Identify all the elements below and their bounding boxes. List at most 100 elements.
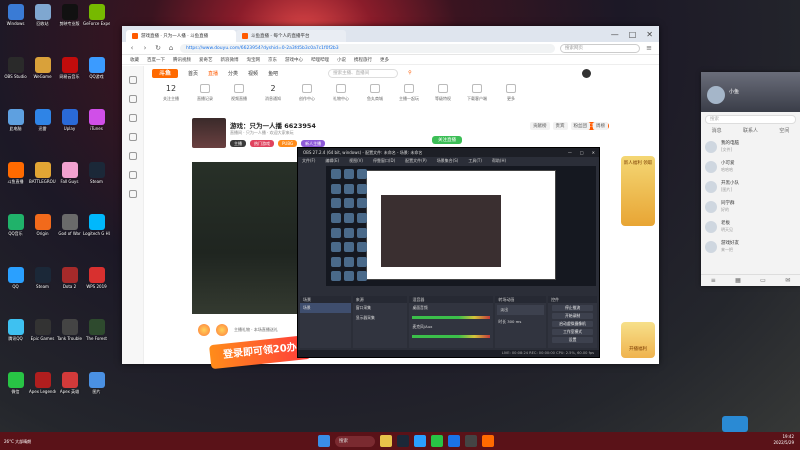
maximize-icon[interactable]: □ [629, 30, 637, 39]
desktop-icon[interactable]: iTunes [83, 107, 110, 137]
desktop-icon[interactable]: 此电脑 [2, 107, 29, 137]
desktop-icon[interactable]: Uplay [56, 107, 83, 137]
douyu-search-input[interactable]: 搜索主播、直播间 [328, 68, 399, 78]
home-icon[interactable]: ⌂ [167, 44, 175, 52]
toolbar-item[interactable]: 创作中心 [290, 84, 324, 102]
studio-mode-button[interactable]: 工作室模式 [552, 329, 593, 335]
minimize-icon[interactable]: — [611, 30, 619, 39]
douyu-menu-item[interactable]: 鱼吧 [268, 70, 278, 77]
douyu-icon[interactable] [482, 435, 494, 447]
sidebar-app-icon[interactable] [128, 133, 137, 141]
desktop-icon[interactable]: Apex Legends [29, 370, 56, 400]
qq-contact[interactable]: 开黑小队 [图片] [701, 177, 800, 197]
browser-tab-active[interactable]: 游戏直播 · 只为一人播 · 斗鱼直播 [126, 30, 236, 42]
browser-tab[interactable]: 斗鱼直播 - 每个人的直播平台 [236, 30, 346, 42]
obs-menu-item[interactable]: 帮助(H) [492, 157, 506, 164]
start-recording-button[interactable]: 开始录制 [552, 313, 593, 319]
desktop-icon[interactable]: The Forest [83, 317, 110, 347]
qq-tab[interactable]: 空间 [779, 127, 789, 137]
desktop-icon[interactable]: 剪映专业版 [56, 2, 83, 32]
desktop-icon[interactable]: 迅雷 [29, 107, 56, 137]
menu-icon[interactable]: ≡ [711, 277, 716, 284]
streamer-avatar[interactable] [192, 118, 226, 148]
sidebar-note-icon[interactable] [128, 152, 137, 160]
bookmark-item[interactable]: 游戏中心 [285, 57, 303, 63]
qq-contact[interactable]: 游戏好友 来一把 [701, 237, 800, 257]
audio-meter[interactable] [412, 335, 491, 338]
desktop-icon[interactable]: Fall Guys [56, 160, 83, 190]
douyu-menu-item[interactable]: 分类 [228, 70, 238, 77]
source-item[interactable]: 窗口采集 [353, 303, 408, 313]
desktop-icon[interactable]: God of War [56, 212, 83, 242]
sidebar-favorites-icon[interactable] [128, 76, 137, 84]
bookmark-item[interactable]: 小说 [337, 57, 346, 63]
qq-search-input[interactable]: 搜索 [705, 115, 796, 124]
room-tag[interactable]: 主播 [230, 140, 246, 147]
desktop-icon[interactable]: 斗鱼直播 [2, 160, 29, 190]
menu-icon[interactable]: ≡ [645, 44, 653, 52]
toolbar-item[interactable]: 直播记录 [188, 84, 222, 102]
obs-menu-item[interactable]: 视图(V) [349, 157, 363, 164]
bookmark-item[interactable]: 新浪微博 [221, 57, 239, 63]
close-icon[interactable]: ✕ [592, 148, 595, 157]
douyu-menu-item[interactable]: 视频 [248, 70, 258, 77]
bookmark-item[interactable]: 百度一下 [147, 57, 165, 63]
wechat-icon[interactable] [431, 435, 443, 447]
file-explorer-icon[interactable] [380, 435, 392, 447]
browser-search-input[interactable]: 搜索网页 [560, 43, 640, 53]
obs-menu-item[interactable]: 配置文件(P) [405, 157, 427, 164]
toolbar-item[interactable]: 更多 [494, 84, 528, 102]
room-tag[interactable]: 热门游戏 [250, 140, 274, 147]
desktop-icon[interactable]: OBS Studio [2, 55, 29, 85]
desktop-icon[interactable]: QQ音乐 [2, 212, 29, 242]
desktop-icon[interactable]: BATTLEGROUNDS [29, 160, 56, 190]
desktop-icon[interactable]: Steam [83, 160, 110, 190]
stop-streaming-button[interactable]: 停止推流 [552, 305, 593, 311]
desktop-icon[interactable]: Apex 英雄 [56, 370, 83, 400]
room-tag[interactable]: PUBG [278, 140, 298, 147]
qq-tab[interactable]: 消息 [712, 127, 722, 137]
desktop-icon[interactable]: 回收站 [29, 2, 56, 32]
desktop-icon[interactable]: Logitech G HUB [83, 212, 110, 242]
promo-badge-bottom[interactable]: 开播福利 [621, 322, 655, 358]
qq-avatar[interactable] [707, 86, 725, 104]
user-avatar[interactable] [582, 68, 591, 78]
obs-menu-item[interactable]: 工具(T) [468, 157, 482, 164]
obs-icon[interactable] [465, 435, 477, 447]
sidebar-settings-icon[interactable] [128, 190, 137, 198]
taskbar-search[interactable]: 搜索 [335, 435, 375, 447]
toolbar-item[interactable]: 鱼丸商城 [358, 84, 392, 102]
desktop-icon[interactable]: WPS 2019 [83, 265, 110, 295]
qq-contact[interactable]: 我的电脑 [文件] [701, 137, 800, 157]
rank-tab[interactable]: 周榜 [593, 122, 608, 130]
search-icon[interactable]: ⚲ [408, 70, 412, 76]
toolbar-item[interactable]: 视频直播 [222, 84, 256, 102]
room-tag[interactable]: 新人主播 [301, 140, 326, 147]
desktop-icon[interactable]: QQ [2, 265, 29, 295]
desktop-icon[interactable]: Dota 2 [56, 265, 83, 295]
browser-icon[interactable] [448, 435, 460, 447]
desktop-icon[interactable]: Tank Trouble [56, 317, 83, 347]
promo-badge[interactable]: 新人福利 领取 [621, 156, 655, 226]
bookmark-item[interactable]: 更多 [380, 57, 389, 63]
toolbar-item[interactable]: 12 关注主播 [154, 84, 188, 102]
toolbar-item[interactable]: 等级特权 [426, 84, 460, 102]
audio-meter[interactable] [412, 316, 491, 319]
douyu-menu-item[interactable]: 直播 [208, 70, 218, 77]
qq-icon[interactable] [414, 435, 426, 447]
scene-item[interactable]: 场景 [300, 303, 351, 313]
rank-tab[interactable]: 贡献榜 [530, 122, 550, 130]
desktop-icon[interactable]: 微信 [2, 370, 29, 400]
bookmark-item[interactable]: 爱奇艺 [199, 57, 213, 63]
qq-tab[interactable]: 联系人 [743, 127, 758, 137]
desktop-icon[interactable]: 图片 [83, 370, 110, 400]
qq-contact[interactable]: 同学群 好的 [701, 197, 800, 217]
bookmark-item[interactable]: 哔哩哔哩 [311, 57, 329, 63]
bookmark-item[interactable]: 收藏 [130, 57, 139, 63]
gift-icon[interactable] [216, 324, 228, 336]
sidebar-game-icon[interactable] [128, 171, 137, 179]
obs-menu-item[interactable]: 文件(F) [302, 157, 315, 164]
start-icon[interactable] [318, 435, 330, 447]
gift-icon[interactable] [198, 324, 210, 336]
follow-button[interactable]: 关注直播 [432, 136, 462, 144]
